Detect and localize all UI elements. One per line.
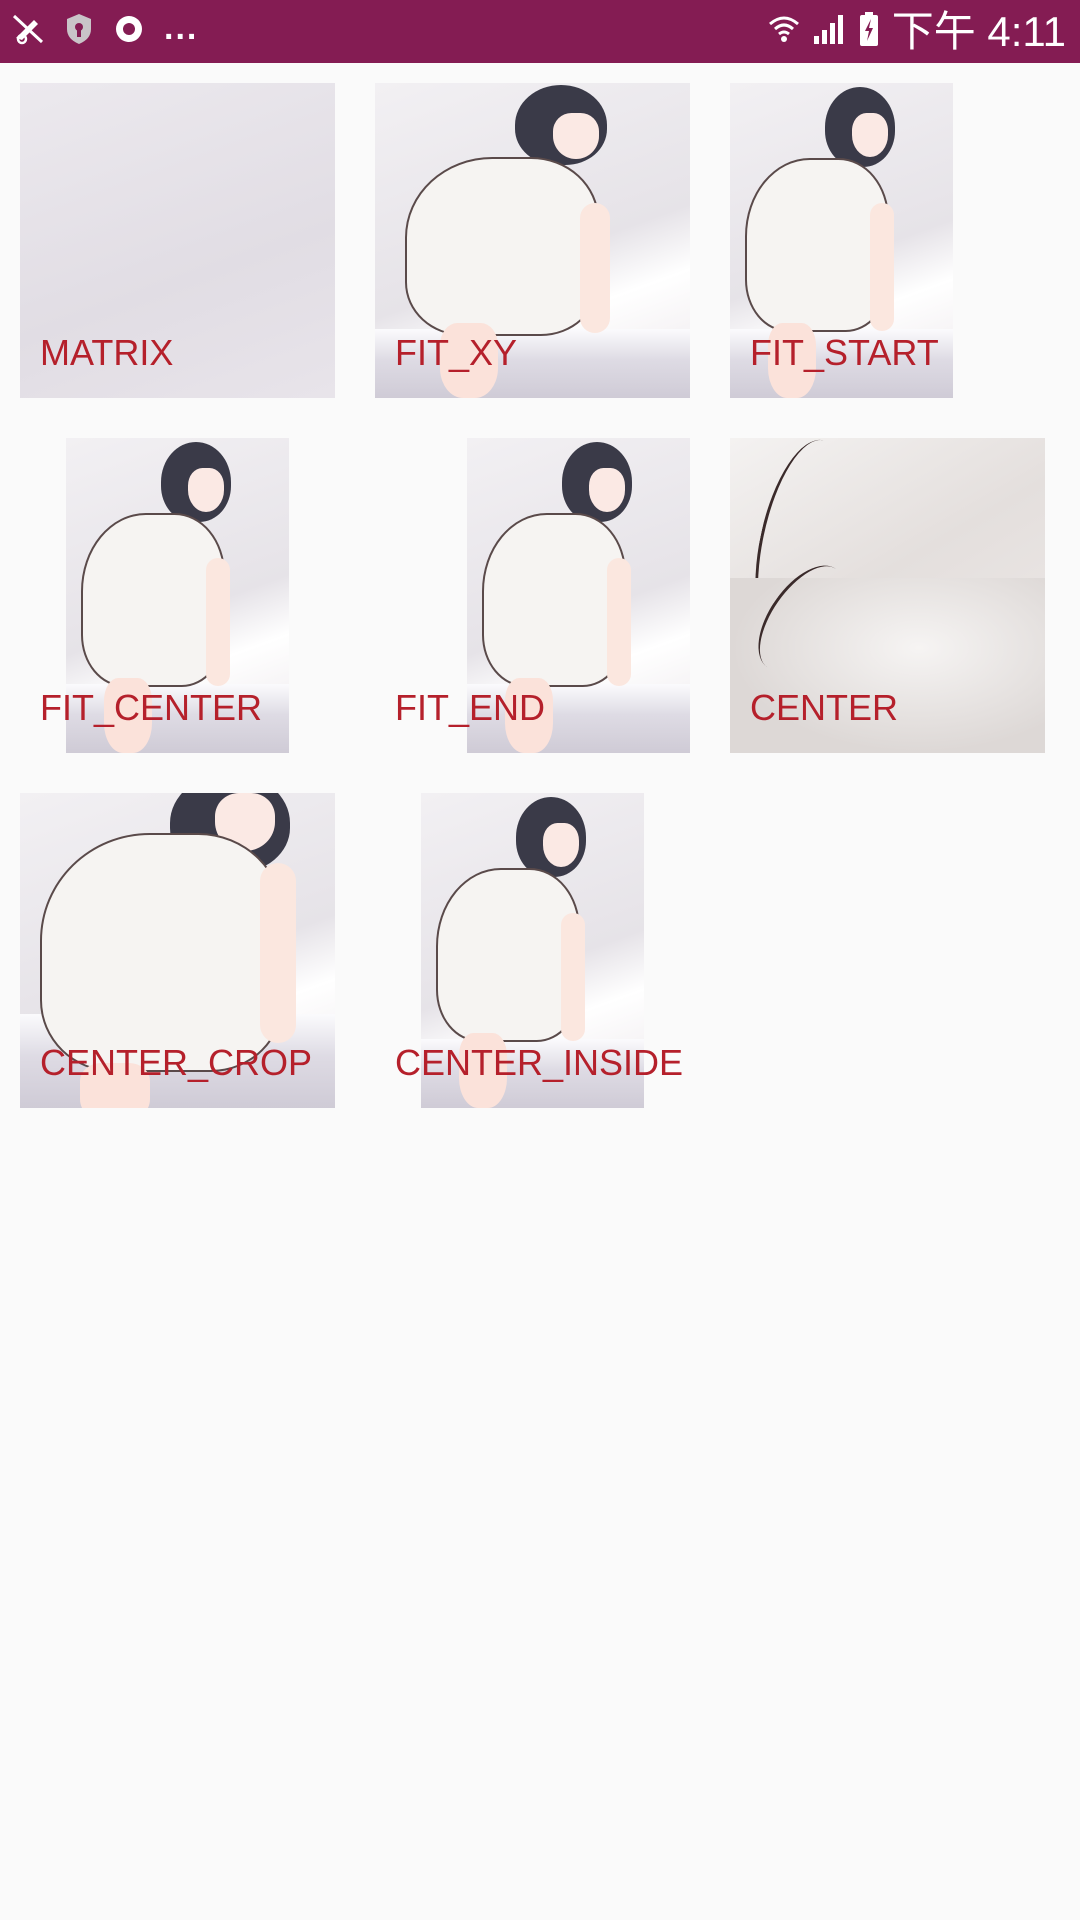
tile-label: FIT_XY <box>395 332 518 373</box>
battery-charging-icon <box>858 11 880 52</box>
status-time: 下午 4:11 <box>891 7 1066 55</box>
tile-label: CENTER_INSIDE <box>395 1042 684 1083</box>
muted-notification-icon <box>12 12 46 51</box>
status-bar-left: ... <box>12 0 198 63</box>
cell-signal-icon <box>812 12 846 51</box>
status-bar-right: 下午 4:11 <box>768 0 1066 63</box>
tile-label: FIT_START <box>750 332 939 373</box>
record-circle-icon <box>112 12 146 51</box>
wifi-icon <box>768 12 800 51</box>
image-tile-fit-end: FIT_END <box>375 438 690 753</box>
tile-label: MATRIX <box>40 332 174 373</box>
tile-label: FIT_END <box>395 687 546 728</box>
image-tile-center-crop: CENTER_CROP <box>20 793 335 1108</box>
shield-icon <box>64 12 94 51</box>
image-tile-center-inside: CENTER_INSIDE <box>375 793 690 1108</box>
image-tile-fit-center: FIT_CENTER <box>20 438 335 753</box>
tile-label: CENTER <box>750 687 899 728</box>
status-overflow: ... <box>164 8 199 47</box>
image-tile-fit-xy: FIT_XY <box>375 83 690 398</box>
tile-label: CENTER_CROP <box>40 1042 313 1083</box>
image-tile-matrix: MATRIX <box>20 83 335 398</box>
image-tile-fit-start: FIT_START <box>730 83 1045 398</box>
image-tile-center: CENTER <box>730 438 1045 753</box>
tile-label: FIT_CENTER <box>40 687 263 728</box>
status-bar: ... 下午 4:11 <box>0 0 1080 63</box>
